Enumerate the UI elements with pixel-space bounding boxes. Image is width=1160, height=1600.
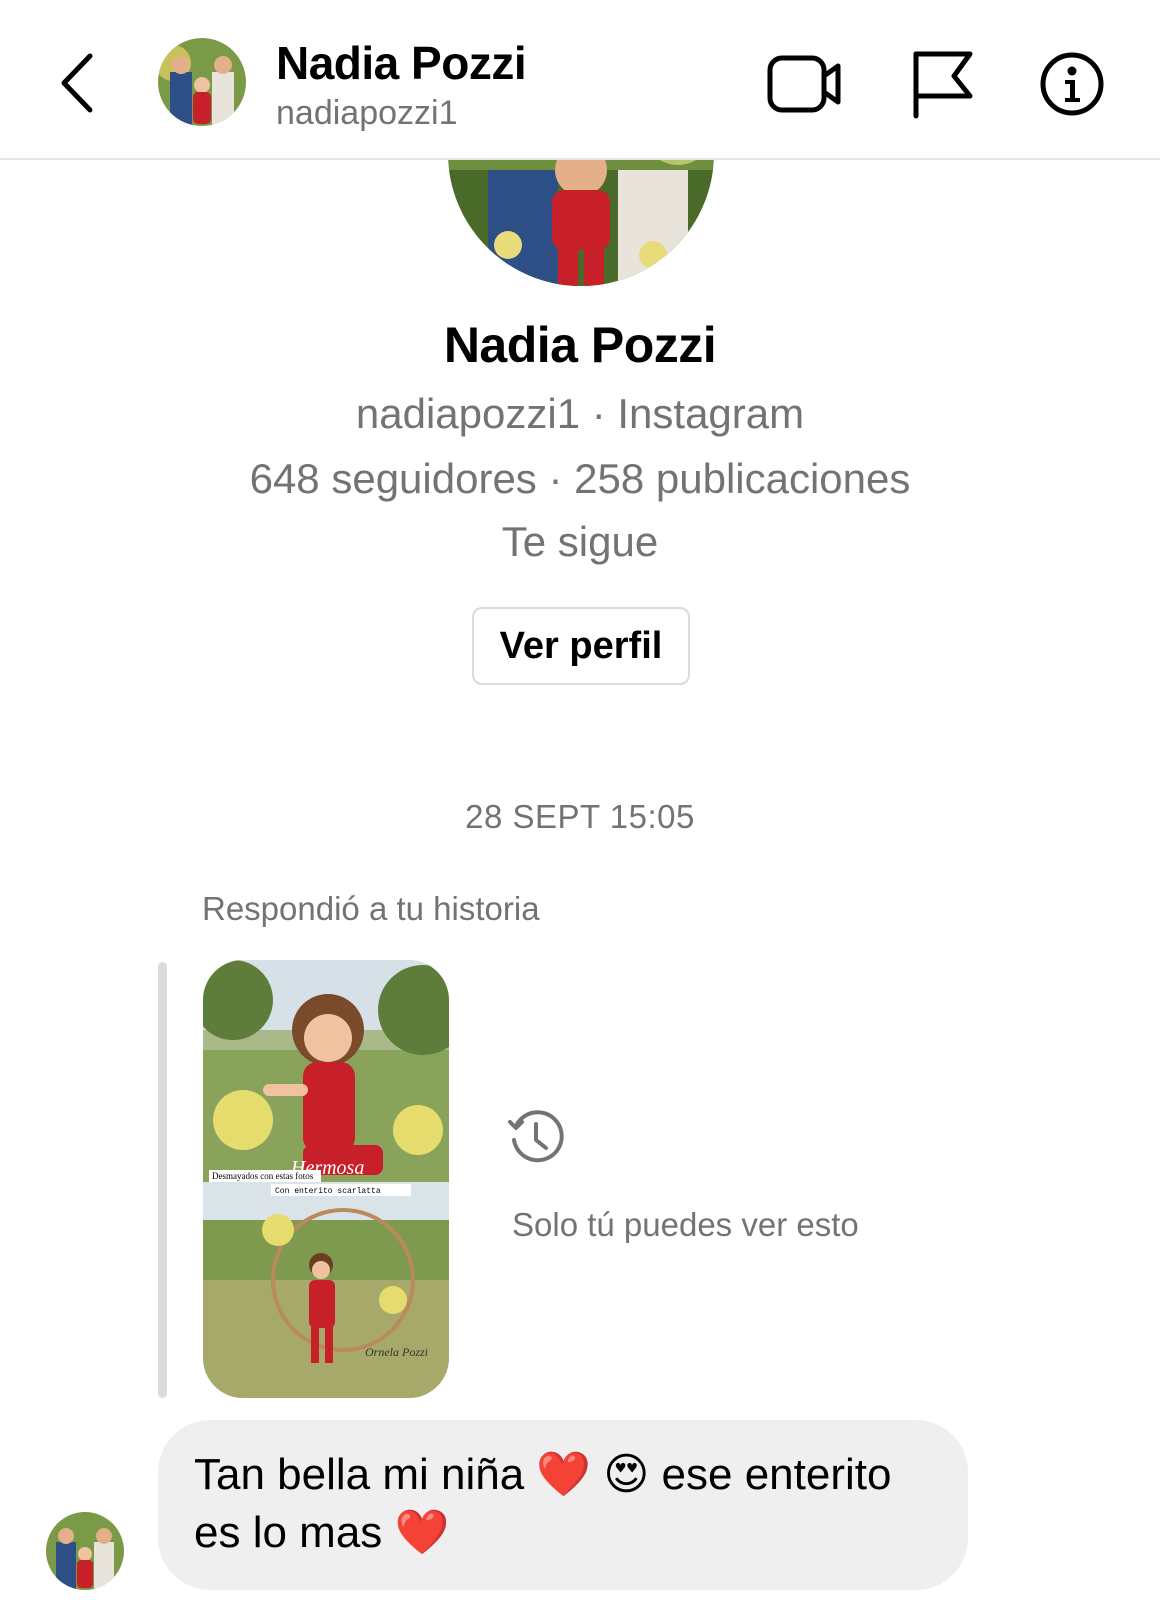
story-reply-label: Respondió a tu historia — [202, 890, 540, 927]
flag-icon — [913, 51, 973, 119]
only-you-notice: Solo tú puedes ver esto — [512, 1206, 859, 1243]
header-avatar[interactable] — [158, 38, 246, 126]
chat-header: Nadia Pozzi nadiapozzi1 — [0, 0, 1160, 160]
report-button[interactable] — [904, 44, 984, 124]
chevron-left-icon — [61, 53, 93, 113]
story-watermark: Ornela Pozzi — [365, 1345, 428, 1359]
profile-name: Nadia Pozzi — [443, 317, 717, 373]
reply-indicator-bar — [158, 962, 167, 1398]
chat-screen: Nadia Pozzi nadiapozzi1 · Instagram 648 … — [0, 0, 1160, 1600]
profile-stats: 648 seguidores · 258 publicaciones — [249, 455, 911, 502]
header-username: nadiapozzi1 — [276, 94, 458, 132]
story-thumbnail[interactable]: Hermosa Desmayados con estas fotos Con e… — [203, 960, 449, 1398]
profile-subtitle: nadiapozzi1 · Instagram — [355, 390, 805, 437]
story-caption-line2: Con enterito scarlatta — [275, 1187, 381, 1196]
video-call-icon — [767, 55, 841, 113]
info-button[interactable] — [1032, 44, 1112, 124]
message-bubble[interactable]: Tan bella mi niña ❤️ 😍 ese enterito es l… — [158, 1420, 968, 1590]
message-timestamp: 28 SEPT 15:05 — [465, 798, 695, 835]
sender-avatar[interactable] — [46, 1512, 124, 1590]
story-caption-line1: Desmayados con estas fotos — [212, 1171, 314, 1181]
header-contact-name[interactable]: Nadia Pozzi — [276, 36, 527, 90]
follow-status: Te sigue — [501, 518, 659, 565]
info-icon — [1040, 52, 1104, 116]
back-button[interactable] — [52, 48, 102, 118]
view-profile-button[interactable]: Ver perfil — [472, 607, 690, 685]
video-call-button[interactable] — [766, 44, 846, 124]
history-icon — [506, 1108, 566, 1168]
